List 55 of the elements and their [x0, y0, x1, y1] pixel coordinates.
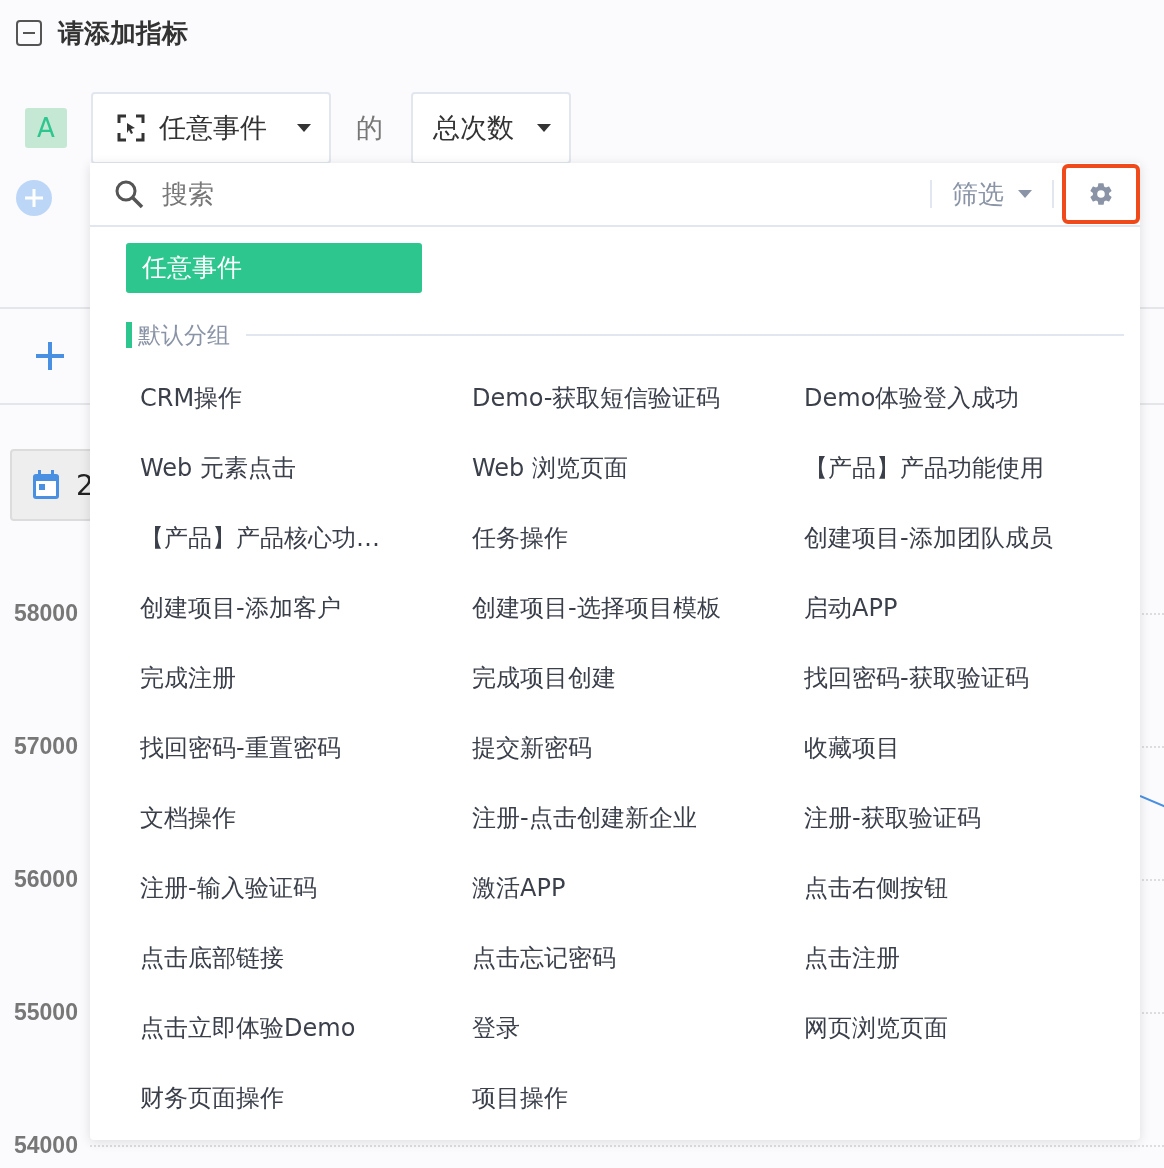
settings-button[interactable]	[1062, 164, 1140, 224]
event-select[interactable]: 任意事件	[91, 92, 331, 164]
search-field[interactable]: 搜索	[160, 178, 914, 210]
event-option[interactable]: 文档操作	[140, 798, 236, 838]
event-option[interactable]: 完成项目创建	[472, 658, 616, 698]
section-title: 请添加指标	[58, 16, 188, 50]
event-option[interactable]: 注册-获取验证码	[804, 798, 981, 838]
axis-label: 57000	[13, 733, 79, 760]
event-option[interactable]: Web 浏览页面	[472, 448, 628, 488]
event-option[interactable]: 点击立即体验Demo	[140, 1008, 356, 1048]
caret-icon	[537, 124, 551, 132]
axis-label: 54000	[13, 1132, 79, 1159]
search-icon	[114, 179, 144, 209]
axis-label: 55000	[13, 999, 79, 1026]
axis-label: 58000	[13, 600, 79, 627]
event-option[interactable]: Demo-获取短信验证码	[472, 378, 721, 418]
event-option[interactable]: 项目操作	[472, 1078, 568, 1118]
add-filter-icon[interactable]	[35, 341, 65, 371]
event-option[interactable]: 点击右侧按钮	[804, 868, 948, 908]
event-option[interactable]: 注册-点击创建新企业	[472, 798, 697, 838]
settings-icon	[1088, 181, 1114, 207]
metric-badge: A	[25, 108, 67, 148]
event-option[interactable]: 激活APP	[472, 868, 566, 908]
aggregate-select[interactable]: 总次数	[411, 92, 571, 164]
event-option[interactable]: 网页浏览页面	[804, 1008, 948, 1048]
event-option[interactable]: 【产品】产品核心功…	[140, 518, 380, 558]
event-option[interactable]: 创建项目-添加客户	[140, 588, 341, 628]
event-option[interactable]: 提交新密码	[472, 728, 592, 768]
event-option[interactable]: 点击注册	[804, 938, 900, 978]
event-option[interactable]: CRM操作	[140, 378, 243, 418]
event-option[interactable]: 收藏项目	[804, 728, 900, 768]
collapse-icon[interactable]	[16, 20, 42, 46]
event-icon	[117, 114, 145, 142]
event-option[interactable]: 点击忘记密码	[472, 938, 616, 978]
event-option[interactable]: 创建项目-选择项目模板	[472, 588, 721, 628]
event-option[interactable]: 找回密码-重置密码	[140, 728, 341, 768]
event-option[interactable]: 完成注册	[140, 658, 236, 698]
event-option[interactable]: 启动APP	[804, 588, 898, 628]
group-title: 默认分组	[138, 320, 230, 350]
event-option[interactable]: 创建项目-添加团队成员	[804, 518, 1053, 558]
event-option[interactable]: Demo体验登入成功	[804, 378, 1020, 418]
event-option[interactable]: 登录	[472, 1008, 520, 1048]
event-option[interactable]: 点击底部链接	[140, 938, 284, 978]
event-option[interactable]: 找回密码-获取验证码	[804, 658, 1029, 698]
chart-line	[1140, 795, 1164, 809]
caret-icon	[297, 124, 311, 132]
connector-text: 的	[356, 111, 383, 145]
axis-label: 56000	[13, 866, 79, 893]
event-option[interactable]: 注册-输入验证码	[140, 868, 317, 908]
event-option[interactable]: 任务操作	[472, 518, 568, 558]
event-option[interactable]: 【产品】产品功能使用	[804, 448, 1044, 488]
caret-icon	[1018, 190, 1032, 198]
event-option[interactable]: 财务页面操作	[140, 1078, 284, 1118]
calendar-icon	[32, 470, 60, 500]
group-marker	[126, 322, 132, 348]
